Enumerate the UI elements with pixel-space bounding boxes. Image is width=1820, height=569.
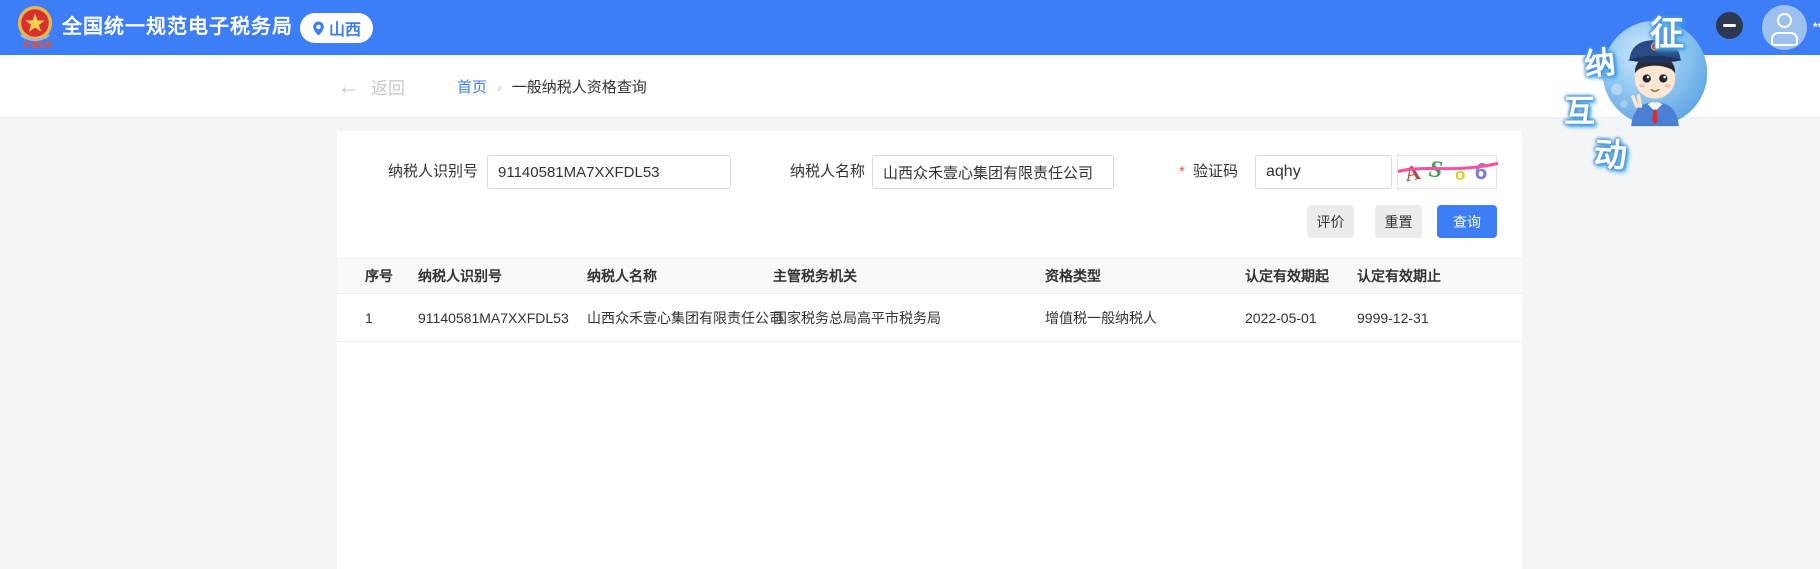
region-label: 山西 — [329, 16, 361, 40]
breadcrumb-current: 一般纳税人资格查询 — [512, 76, 647, 97]
cell-seq: 1 — [337, 294, 418, 342]
back-button[interactable]: ← 返回 — [337, 55, 405, 118]
mascot-char: 互 — [1564, 86, 1595, 131]
breadcrumb-separator: › — [497, 79, 502, 95]
logo-caption: 中国税务 — [16, 42, 60, 49]
cell-taxpayer-name: 山西众禾壹心集团有限责任公司 — [587, 294, 773, 342]
top-header-bar: 中国税务 全国统一规范电子税务局 山西 ** — [0, 0, 1820, 55]
interaction-mascot-widget[interactable]: 征 纳 互 动 — [1558, 10, 1730, 162]
mascot-char: 纳 — [1582, 37, 1618, 85]
col-seq: 序号 — [337, 259, 418, 294]
breadcrumb-home-link[interactable]: 首页 — [457, 76, 487, 97]
screen: 中国税务 全国统一规范电子税务局 山西 ** — [0, 0, 1820, 569]
col-valid-from: 认定有效期起 — [1245, 259, 1357, 294]
required-mark: * — [1179, 155, 1185, 189]
mascot-char: 动 — [1592, 127, 1628, 177]
cell-valid-from: 2022-05-01 — [1245, 294, 1357, 342]
cell-valid-to: 9999-12-31 — [1357, 294, 1522, 342]
captcha-image[interactable]: A S o 6 — [1397, 155, 1497, 189]
query-button[interactable]: 查询 — [1437, 205, 1497, 238]
taxpayer-name-label: 纳税人名称 — [757, 155, 865, 189]
person-icon — [1777, 13, 1792, 28]
col-taxpayer-id: 纳税人识别号 — [418, 259, 587, 294]
map-pin-icon — [312, 21, 325, 36]
table-header-row: 序号 纳税人识别号 纳税人名称 主管税务机关 资格类型 认定有效期起 认定有效期… — [337, 259, 1522, 294]
col-taxpayer-name: 纳税人名称 — [587, 259, 773, 294]
col-valid-to: 认定有效期止 — [1357, 259, 1522, 294]
breadcrumb-bar: ← 返回 首页 › 一般纳税人资格查询 — [0, 55, 1820, 118]
user-avatar[interactable] — [1762, 5, 1807, 50]
captcha-noise-line — [1398, 156, 1498, 190]
cell-taxpayer-id: 91140581MA7XXFDL53 — [418, 294, 587, 342]
user-name-label: ** — [1813, 20, 1820, 34]
back-label: 返回 — [371, 74, 405, 99]
cell-tax-authority: 国家税务总局高平市税务局 — [773, 294, 1045, 342]
reset-button[interactable]: 重置 — [1375, 205, 1422, 238]
mascot-char: 征 — [1650, 6, 1684, 55]
back-arrow-icon: ← — [337, 75, 361, 99]
taxpayer-name-input[interactable] — [872, 155, 1114, 189]
national-emblem-icon: 中国税务 — [16, 5, 60, 51]
captcha-label: 验证码 — [1193, 155, 1238, 189]
app-title: 全国统一规范电子税务局 — [62, 0, 293, 55]
table-row: 1 91140581MA7XXFDL53 山西众禾壹心集团有限责任公司 国家税务… — [337, 294, 1522, 342]
query-panel: 纳税人识别号 纳税人名称 * 验证码 A S o 6 评价 重置 查询 — [337, 131, 1522, 569]
evaluate-button[interactable]: 评价 — [1307, 205, 1354, 238]
region-selector[interactable]: 山西 — [300, 13, 373, 43]
captcha-input[interactable] — [1255, 155, 1392, 189]
col-qualification-type: 资格类型 — [1045, 259, 1245, 294]
col-tax-authority: 主管税务机关 — [773, 259, 1045, 294]
cell-qualification-type: 增值税一般纳税人 — [1045, 294, 1245, 342]
result-table: 序号 纳税人识别号 纳税人名称 主管税务机关 资格类型 认定有效期起 认定有效期… — [337, 258, 1522, 342]
breadcrumb: 首页 › 一般纳税人资格查询 — [457, 55, 647, 118]
taxpayer-id-input[interactable] — [487, 155, 731, 189]
taxpayer-id-label: 纳税人识别号 — [337, 155, 478, 189]
